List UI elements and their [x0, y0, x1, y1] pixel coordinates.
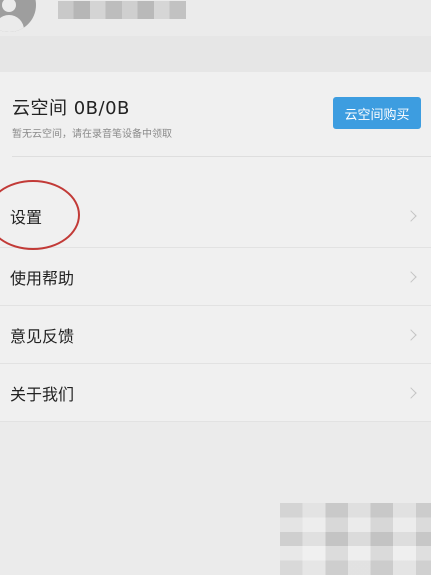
divider [12, 156, 431, 157]
menu-item-feedback[interactable]: 意见反馈 [0, 306, 431, 364]
menu-item-help[interactable]: 使用帮助 [0, 248, 431, 306]
cloud-space-card: 云空间 0B/0B 暂无云空间，请在录音笔设备中领取 云空间购买 [0, 72, 431, 185]
profile-header [0, 0, 431, 36]
menu-list: 设置 使用帮助 意见反馈 关于我们 [0, 185, 431, 422]
avatar-head [2, 0, 16, 12]
menu-item-settings[interactable]: 设置 [0, 185, 431, 248]
chevron-right-icon [405, 386, 417, 399]
chevron-right-icon [405, 210, 417, 222]
user-avatar-icon[interactable] [0, 0, 36, 32]
menu-item-label: 关于我们 [10, 384, 75, 404]
cloud-space-title: 云空间 0B/0B [12, 98, 130, 119]
menu-item-label: 意见反馈 [10, 326, 75, 346]
menu-item-about[interactable]: 关于我们 [0, 364, 431, 422]
cloud-space-buy-button[interactable]: 云空间购买 [333, 97, 421, 129]
username-blurred [58, 1, 186, 19]
chevron-right-icon [405, 328, 417, 341]
avatar-body [0, 15, 24, 32]
menu-item-label: 设置 [10, 208, 43, 227]
watermark-mosaic [280, 503, 431, 575]
section-gap [0, 36, 431, 72]
menu-item-label: 使用帮助 [10, 268, 75, 288]
chevron-right-icon [405, 270, 417, 283]
cloud-space-subtitle: 暂无云空间，请在录音笔设备中领取 [12, 129, 172, 140]
